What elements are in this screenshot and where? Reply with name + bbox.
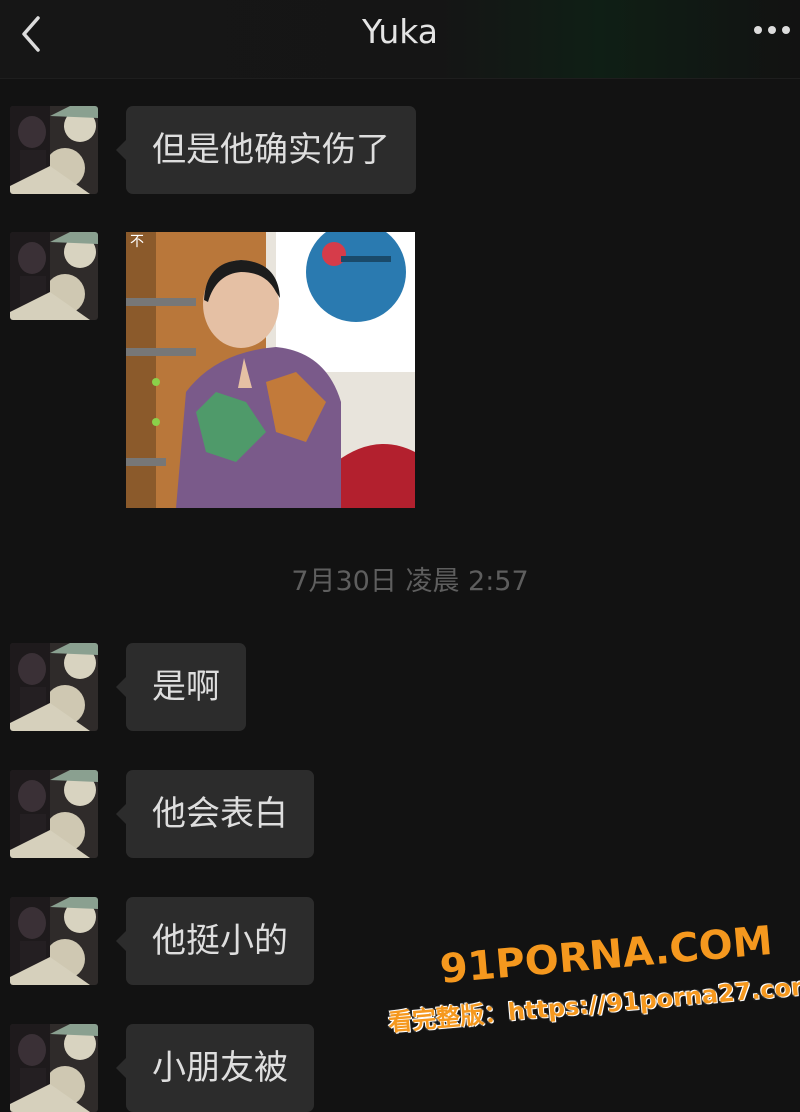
chat-title: Yuka <box>361 12 439 51</box>
avatar[interactable] <box>10 897 98 985</box>
avatar-image <box>10 770 98 858</box>
avatar-image <box>10 106 98 194</box>
message-row: 是啊 <box>0 643 800 731</box>
message-bubble[interactable]: 他会表白 <box>116 770 314 858</box>
avatar[interactable] <box>10 232 98 320</box>
message-bubble[interactable]: 但是他确实伤了 <box>116 106 416 194</box>
photo-image: 不 <box>126 232 415 508</box>
message-row: 他会表白 <box>0 770 800 858</box>
avatar[interactable] <box>10 770 98 858</box>
message-bubble[interactable]: 小朋友被 <box>116 1024 314 1112</box>
message-row: 不 <box>0 232 800 508</box>
avatar-image <box>10 643 98 731</box>
avatar[interactable] <box>10 1024 98 1112</box>
message-bubble[interactable]: 他挺小的 <box>116 897 314 985</box>
avatar-image <box>10 1024 98 1112</box>
avatar-image <box>10 232 98 320</box>
photo-caption: 不 <box>130 234 144 250</box>
image-message[interactable]: 不 <box>126 232 415 508</box>
timestamp: 7月30日 凌晨 2:57 <box>291 566 529 597</box>
avatar-image <box>10 897 98 985</box>
watermark: 91PORNA.COM 看完整版：https://91porna27.com <box>385 918 800 1085</box>
message-bubble[interactable]: 是啊 <box>116 643 246 731</box>
message-row: 但是他确实伤了 <box>0 106 800 194</box>
avatar[interactable] <box>10 106 98 194</box>
more-dots-icon[interactable] <box>752 24 792 36</box>
avatar[interactable] <box>10 643 98 731</box>
top-bar: Yuka <box>0 0 800 79</box>
